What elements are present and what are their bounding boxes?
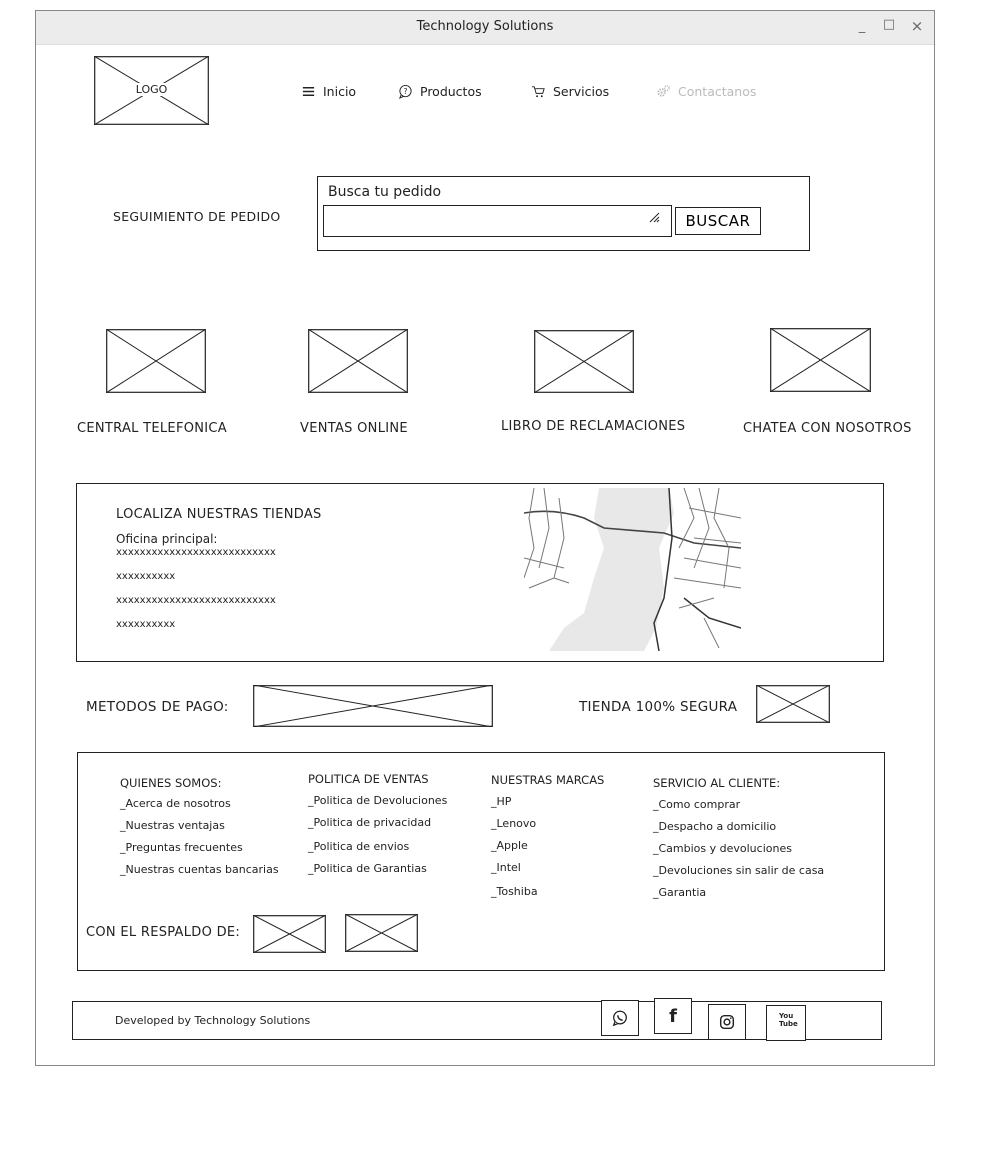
footer-link[interactable]: _Politica de envios <box>308 840 409 853</box>
backing-label: CON EL RESPALDO DE: <box>86 925 241 940</box>
secure-store-label: TIENDA 100% SEGURA <box>579 699 738 715</box>
store-locator-title: LOCALIZA NUESTRAS TIENDAS <box>116 507 322 522</box>
footer-link[interactable]: _Como comprar <box>653 798 740 811</box>
address-line: xxxxxxxxxxxxxxxxxxxxxxxxxxx <box>116 595 276 606</box>
footer-link[interactable]: _HP <box>491 795 511 808</box>
footer-heading-quienes-somos: QUIENES SOMOS: <box>120 776 222 790</box>
svg-text:?: ? <box>404 87 408 96</box>
footer-link[interactable]: _Politica de privacidad <box>308 816 431 829</box>
address-line: xxxxxxxxxxxxxxxxxxxxxxxxxxx <box>116 547 276 558</box>
youtube-icon-text: You Tube <box>779 1012 798 1028</box>
libro-reclamaciones-image[interactable] <box>534 330 634 393</box>
nav-inicio-label: Inicio <box>323 84 357 99</box>
payment-methods-label: METODOS DE PAGO: <box>86 699 229 715</box>
logo-text: LOGO <box>133 83 170 96</box>
instagram-icon <box>719 1014 735 1030</box>
footer-heading-politica-ventas: POLITICA DE VENTAS <box>308 772 429 786</box>
nav-servicios-label: Servicios <box>553 84 610 99</box>
whatsapp-button[interactable] <box>601 1000 639 1036</box>
buscar-button[interactable]: BUSCAR <box>675 207 761 235</box>
footer-link[interactable]: _Lenovo <box>491 817 536 830</box>
nav-productos[interactable]: ? Productos <box>398 84 482 99</box>
facebook-button[interactable]: f <box>654 998 692 1034</box>
maximize-icon[interactable]: □ <box>881 17 897 32</box>
footer-link[interactable]: _Toshiba <box>491 885 538 898</box>
whatsapp-icon <box>612 1010 627 1027</box>
footer-link[interactable]: _Intel <box>491 861 521 874</box>
youtube-button[interactable]: You Tube <box>766 1005 806 1041</box>
nav-contactanos[interactable]: Contactanos <box>656 84 756 99</box>
bottom-bar: Developed by Technology Solutions <box>72 1001 882 1040</box>
office-label: Oficina principal: <box>116 532 218 546</box>
menu-icon <box>302 87 315 96</box>
logo[interactable]: LOGO <box>94 56 209 125</box>
gears-icon <box>657 85 670 97</box>
address-line: xxxxxxxxxx <box>116 619 176 630</box>
nav-servicios[interactable]: Servicios <box>531 84 609 99</box>
nav-contactanos-label: Contactanos <box>678 84 757 99</box>
backing-partner-image[interactable] <box>253 915 326 953</box>
footer-link[interactable]: _Despacho a domicilio <box>653 820 776 833</box>
tracking-box: Busca tu pedido BUSCAR <box>317 176 810 251</box>
store-locator-panel: LOCALIZA NUESTRAS TIENDAS Oficina princi… <box>76 483 884 662</box>
service-label-ventas-online[interactable]: VENTAS ONLINE <box>300 421 408 436</box>
tracking-box-title: Busca tu pedido <box>328 184 442 200</box>
window-titlebar: Technology Solutions _ □ × <box>36 11 934 45</box>
resize-handle-icon <box>649 212 660 223</box>
footer-heading-nuestras-marcas: NUESTRAS MARCAS <box>491 773 605 787</box>
service-label-libro-reclamaciones[interactable]: LIBRO DE RECLAMACIONES <box>501 419 685 434</box>
footer-heading-servicio-cliente: SERVICIO AL CLIENTE: <box>653 776 781 790</box>
footer-link[interactable]: _Nuestras cuentas bancarias <box>120 863 279 876</box>
chatea-image[interactable] <box>770 328 871 392</box>
close-icon[interactable]: × <box>909 17 925 35</box>
footer-link[interactable]: _Nuestras ventajas <box>120 819 225 832</box>
central-telefonica-image[interactable] <box>106 329 206 393</box>
footer-link[interactable]: _Garantia <box>653 886 706 899</box>
service-label-chatea[interactable]: CHATEA CON NOSOTROS <box>743 421 912 436</box>
service-label-central-telefonica[interactable]: CENTRAL TELEFONICA <box>77 421 227 436</box>
order-search-input[interactable] <box>323 205 672 237</box>
footer-link[interactable]: _Acerca de nosotros <box>120 797 231 810</box>
credit-text: Developed by Technology Solutions <box>115 1014 311 1027</box>
youtube-icon: You Tube <box>777 1012 798 1034</box>
facebook-icon: f <box>669 1005 677 1027</box>
instagram-button[interactable] <box>708 1004 746 1040</box>
minimize-icon[interactable]: _ <box>854 19 870 34</box>
footer-link[interactable]: _Cambios y devoluciones <box>653 842 792 855</box>
nav-inicio[interactable]: Inicio <box>301 84 356 99</box>
cart-icon <box>531 86 545 98</box>
footer-link[interactable]: _Devoluciones sin salir de casa <box>653 864 824 877</box>
footer-link[interactable]: _Politica de Devoluciones <box>308 794 447 807</box>
backing-partner-image[interactable] <box>345 914 418 952</box>
footer-link[interactable]: _Apple <box>491 839 528 852</box>
tracking-label: SEGUIMIENTO DE PEDIDO <box>113 209 281 224</box>
footer-link[interactable]: _Politica de Garantias <box>308 862 427 875</box>
secure-store-badge <box>756 685 830 723</box>
window-title: Technology Solutions <box>416 19 554 34</box>
payment-methods-image <box>253 685 493 727</box>
address-line: xxxxxxxxxx <box>116 571 176 582</box>
footer-link[interactable]: _Preguntas frecuentes <box>120 841 243 854</box>
store-map[interactable] <box>524 488 741 651</box>
footer-links-panel: QUIENES SOMOS: _Acerca de nosotros _Nues… <box>77 752 885 971</box>
help-bubble-icon: ? <box>399 84 412 99</box>
ventas-online-image[interactable] <box>308 329 408 393</box>
nav-productos-label: Productos <box>420 84 482 99</box>
